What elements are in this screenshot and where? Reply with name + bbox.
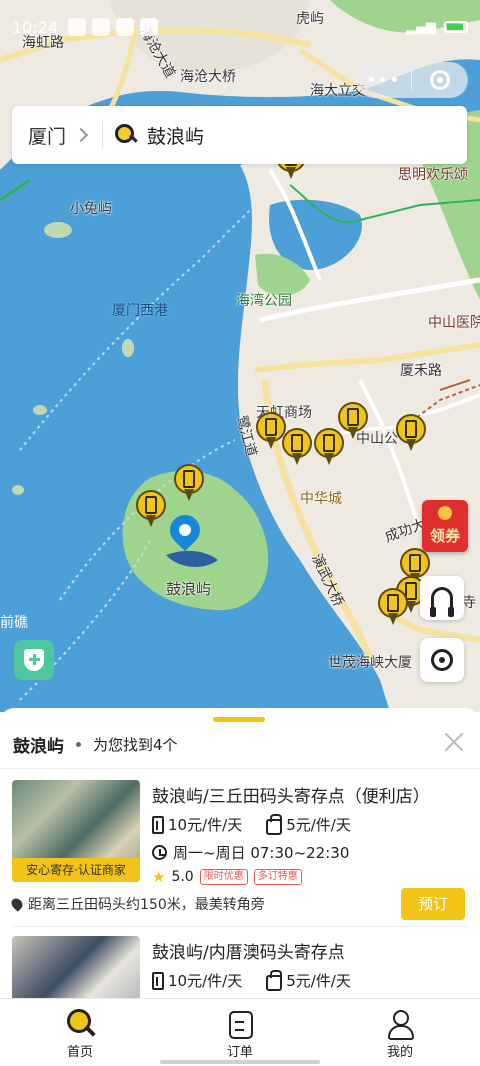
map-label: 小兔屿 <box>70 201 112 217</box>
clock-icon <box>152 845 167 860</box>
map-label: 鼓浪屿 <box>166 580 212 598</box>
luggage-icon <box>152 971 164 990</box>
map-label: 寺 <box>462 595 476 611</box>
city-selector[interactable]: 厦门 <box>12 122 89 149</box>
app-notification-icon <box>92 18 111 36</box>
status-bar: 10:24 ▂▄▆ <box>0 0 480 54</box>
search-input[interactable]: 鼓浪屿 <box>147 122 204 149</box>
location-pin-icon <box>163 508 207 561</box>
storage-marker[interactable] <box>378 588 408 628</box>
storage-marker[interactable] <box>174 464 204 504</box>
map-label: 海湾公园 <box>236 293 292 309</box>
home-indicator <box>160 1060 320 1064</box>
city-label: 厦门 <box>28 125 67 148</box>
promo-tag: 限时优惠 <box>199 869 248 885</box>
storage-thumbnail: 安心寄存·认证商家 <box>12 780 140 882</box>
tab-home[interactable]: 首页 <box>0 999 160 1066</box>
target-icon <box>429 70 450 90</box>
results-sheet: 鼓浪屿 为您找到4个 安心寄存·认证商家 鼓浪屿/三丘田码头寄存点（便利店） 1… <box>0 708 480 1038</box>
rating-value: 5.0 <box>171 869 194 885</box>
bag-icon <box>266 813 283 835</box>
map-label: 前礁 <box>0 615 28 631</box>
tab-label: 订单 <box>226 1045 253 1060</box>
distance-text: 距离三丘田码头约150米，最美转角旁 <box>28 897 265 913</box>
price-large: 10元/件/天 <box>168 816 243 834</box>
certified-badge: 安心寄存·认证商家 <box>12 858 140 882</box>
price-small: 5元/件/天 <box>286 816 351 834</box>
insurance-button[interactable] <box>14 640 54 680</box>
storage-marker[interactable] <box>396 414 426 454</box>
bag-icon <box>266 969 283 991</box>
price-small: 5元/件/天 <box>286 972 351 990</box>
locate-button[interactable] <box>420 638 464 682</box>
tab-orders[interactable]: 订单 <box>160 999 320 1066</box>
headset-icon <box>430 587 454 617</box>
card-title: 鼓浪屿/内厝澳码头寄存点 <box>152 943 345 963</box>
order-icon <box>225 1009 255 1039</box>
app-notification-icon <box>140 18 159 36</box>
luggage-icon <box>152 815 164 834</box>
map-label: 厦门西港 <box>112 303 168 319</box>
price-large: 10元/件/天 <box>168 972 243 990</box>
battery-icon <box>444 21 468 33</box>
map-pin-icon <box>9 896 25 912</box>
promo-tag: 多订特惠 <box>253 869 302 885</box>
close-miniprogram-button[interactable] <box>412 70 467 90</box>
storage-marker[interactable] <box>136 490 166 530</box>
close-icon[interactable] <box>444 732 464 752</box>
tab-label: 首页 <box>66 1045 93 1060</box>
map-label: 中华城 <box>300 491 342 507</box>
book-button[interactable]: 预订 <box>401 888 465 920</box>
search-icon <box>115 124 137 146</box>
map-label: 世茂海峡大厦 <box>328 655 412 671</box>
customer-service-button[interactable] <box>420 576 464 620</box>
app-notification-icon <box>116 18 135 36</box>
sheet-title: 鼓浪屿 <box>13 737 64 757</box>
search-icon <box>65 1009 95 1039</box>
coin-icon <box>438 506 452 520</box>
coupon-button[interactable]: 领券 <box>422 500 468 552</box>
status-time: 10:24 <box>12 17 59 37</box>
opening-hours: 周一~周日 07:30~22:30 <box>173 844 350 862</box>
card-title: 鼓浪屿/三丘田码头寄存点（便利店） <box>152 787 430 807</box>
coupon-label: 领券 <box>429 527 460 545</box>
tab-bar: 首页 订单 我的 <box>0 998 480 1066</box>
storage-marker[interactable] <box>282 428 312 468</box>
user-icon <box>385 1009 415 1040</box>
map-label: 海沧大桥 <box>180 69 236 85</box>
result-count: 为您找到4个 <box>93 736 178 754</box>
signal-icon: ▂▄▆ <box>406 19 436 35</box>
storage-marker[interactable] <box>314 428 344 468</box>
tab-label: 我的 <box>386 1045 413 1060</box>
map-label: 厦禾路 <box>400 363 442 379</box>
notification-icons <box>68 18 159 36</box>
locate-icon <box>431 649 453 671</box>
app-notification-icon <box>68 18 87 36</box>
chevron-right-icon <box>73 127 89 143</box>
more-icon[interactable]: ••• <box>356 70 411 91</box>
map-label: 思明欢乐颂 <box>398 167 468 183</box>
tab-mine[interactable]: 我的 <box>320 999 480 1066</box>
search-bar: 厦门 鼓浪屿 <box>12 106 467 164</box>
miniprogram-capsule: ••• <box>356 62 468 98</box>
map-label: 中山医院 <box>428 315 480 331</box>
sheet-handle[interactable] <box>213 717 265 722</box>
star-icon: ★ <box>152 868 166 886</box>
shield-plus-icon <box>24 649 44 671</box>
